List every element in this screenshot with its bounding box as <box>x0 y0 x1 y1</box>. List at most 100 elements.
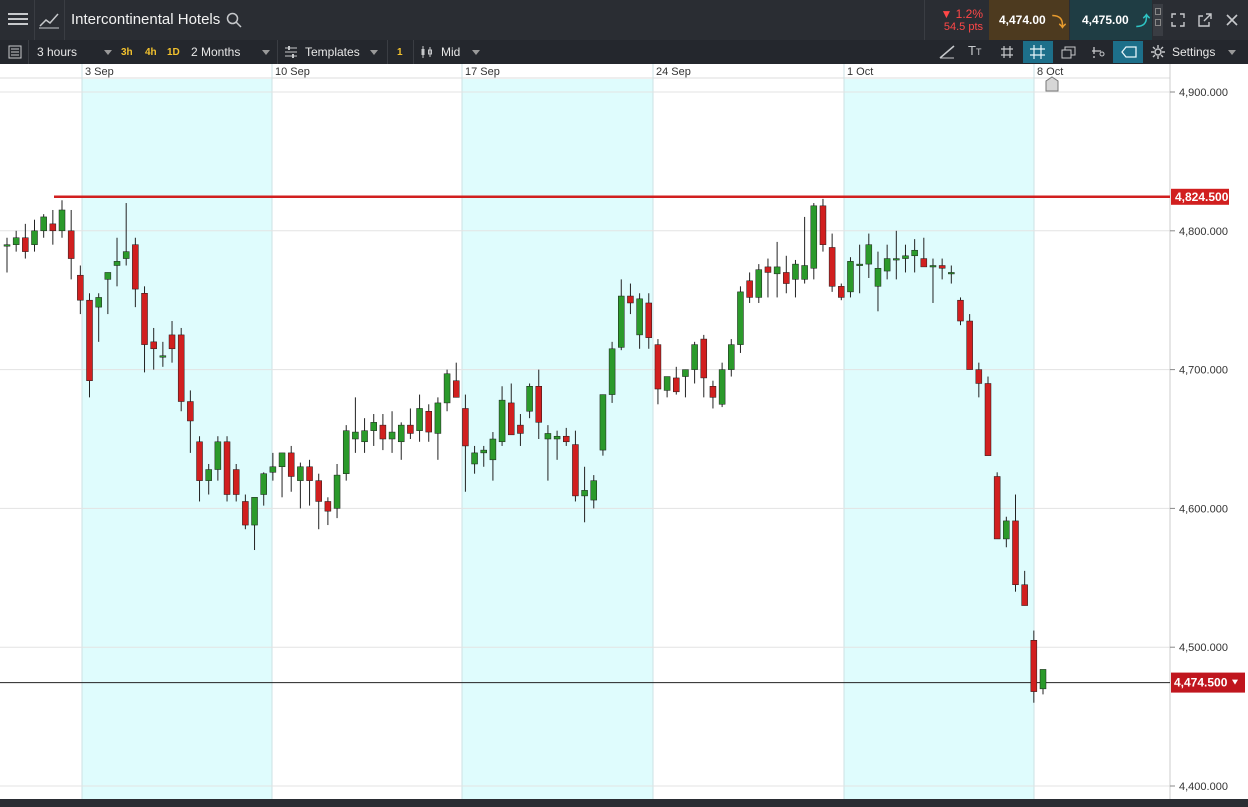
candle-down <box>645 302 653 338</box>
candle-up <box>883 258 891 272</box>
templates-label: Templates <box>305 45 360 59</box>
interval-1d[interactable]: 1D <box>164 45 183 60</box>
label-toggle[interactable] <box>1113 41 1143 63</box>
instrument-title[interactable]: Intercontinental Hotels <box>71 0 220 40</box>
candle-up <box>691 344 698 370</box>
list-icon[interactable] <box>8 45 22 64</box>
candle-up <box>948 272 955 275</box>
candle-down <box>306 466 313 481</box>
week-shade <box>844 79 1034 799</box>
candle-up <box>847 261 854 293</box>
price-type-select[interactable]: Mid <box>416 40 486 64</box>
scroll-marker-icon <box>1045 76 1059 92</box>
tag-icon <box>1121 46 1137 58</box>
magnet-icon[interactable] <box>1091 45 1107 64</box>
buy-button[interactable]: 4,475.00 ⤴ <box>1070 0 1152 40</box>
range-select[interactable]: 2 Months <box>186 40 276 64</box>
range-label: 2 Months <box>191 45 241 59</box>
gear-icon[interactable] <box>1151 45 1165 64</box>
chart-type-icon[interactable] <box>38 10 60 30</box>
candle-down <box>783 272 790 284</box>
candle-down <box>1030 640 1038 692</box>
chevron-down-icon <box>262 50 270 55</box>
candle-up <box>755 269 763 298</box>
change-percent: ▼ 1.2% <box>940 7 983 21</box>
candle-up <box>113 261 121 266</box>
layers-icon[interactable] <box>1061 45 1077 64</box>
candle-down <box>673 377 680 393</box>
grid-icon[interactable] <box>1000 45 1014 64</box>
candle-down <box>993 476 1001 540</box>
candle-down <box>223 441 231 495</box>
y-tick-label: 4,900.000 <box>1179 87 1228 99</box>
candle-up <box>297 466 304 481</box>
candle-down <box>819 205 827 245</box>
candle-down <box>975 369 983 384</box>
top-bar: Intercontinental Hotels ▼ 1.2% 54.5 pts … <box>0 0 1248 41</box>
menu-icon[interactable] <box>8 10 28 30</box>
candle-up <box>865 244 873 265</box>
candle-down <box>654 344 662 390</box>
expand-icon[interactable] <box>1170 12 1186 33</box>
candle-down <box>838 286 845 298</box>
settings-button[interactable]: Settings <box>1172 40 1215 64</box>
divider <box>34 0 35 40</box>
candle-down <box>462 408 469 447</box>
indicator-count-badge[interactable]: 1 <box>394 45 406 60</box>
sell-button[interactable]: 4,474.00 ⤵ <box>989 0 1069 40</box>
chart-area[interactable]: 3 Sep 10 Sep 17 Sep 24 Sep 1 Oct 8 Oct 4,900.0… <box>0 64 1248 807</box>
panel-toggle-icon[interactable] <box>1153 4 1163 36</box>
crosshair-toggle[interactable] <box>1023 41 1053 63</box>
chevron-down-icon <box>104 50 112 55</box>
candle-up <box>370 422 377 431</box>
candle-up <box>443 373 451 404</box>
candle-down <box>232 469 240 495</box>
candle-up <box>416 408 423 431</box>
x-tick-label: 17 Sep <box>465 66 500 78</box>
divider <box>64 0 65 40</box>
price-change: ▼ 1.2% 54.5 pts <box>924 0 989 40</box>
candle-down <box>242 501 249 526</box>
text-tool-icon[interactable]: TT <box>968 43 981 58</box>
close-icon[interactable] <box>1225 13 1239 32</box>
candle-up <box>214 441 222 470</box>
candle-up <box>352 431 359 440</box>
candle-up <box>737 291 744 345</box>
draw-line-icon[interactable] <box>939 45 955 64</box>
candle-down <box>1021 584 1028 606</box>
popout-icon[interactable] <box>1197 12 1213 33</box>
chevron-down-icon <box>370 50 378 55</box>
templates-select[interactable]: Templates <box>280 40 385 64</box>
search-icon[interactable] <box>226 12 242 33</box>
chevron-down-icon[interactable] <box>1228 50 1236 55</box>
candle-down <box>379 424 387 440</box>
x-tick-label: 10 Sep <box>275 66 310 78</box>
interval-4h[interactable]: 4h <box>142 45 160 60</box>
candle-up <box>434 402 442 434</box>
interval-3h[interactable]: 3h <box>118 45 136 60</box>
candle-up <box>810 205 818 269</box>
bottom-scrollbar[interactable] <box>0 799 1248 807</box>
candle-down <box>535 386 543 423</box>
candle-down <box>709 386 717 398</box>
candle-down <box>920 258 928 268</box>
price-chart[interactable]: 3 Sep 10 Sep 17 Sep 24 Sep 1 Oct 8 Oct 4,900.0… <box>0 64 1248 799</box>
chart-toolbar: 3 hours 3h 4h 1D 2 Months Templates 1 Mi… <box>0 40 1248 65</box>
buy-price: 4,475.00 <box>1082 13 1129 27</box>
candle-up <box>902 255 909 259</box>
candle-up <box>618 295 625 348</box>
candle-up <box>278 452 286 468</box>
candle-up <box>911 249 918 257</box>
resistance-price-label: 4,824.500 <box>1175 190 1229 204</box>
candle-up <box>480 449 487 454</box>
candle-down <box>700 338 708 379</box>
candle-down <box>141 293 148 345</box>
candle-up <box>636 298 643 336</box>
candle-up <box>874 268 882 287</box>
candle-up <box>773 266 781 275</box>
divider <box>277 40 278 64</box>
interval-select[interactable]: 3 hours <box>30 40 114 64</box>
candle-down <box>407 424 414 434</box>
candle-up <box>104 272 112 280</box>
candle-down <box>67 230 75 259</box>
